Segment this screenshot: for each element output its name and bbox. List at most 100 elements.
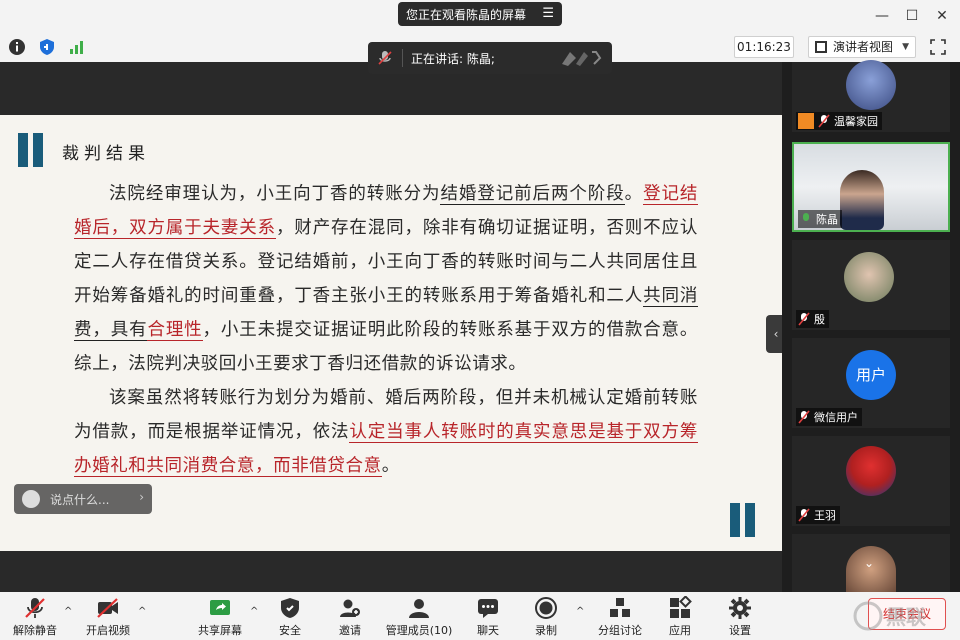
participant-gallery: 温馨家园 陈晶 殷 用户 微信用户 王羽 ⌄: [782, 60, 960, 592]
meeting-window: 您正在观看陈晶的屏幕 ☰ — ☐ ✕ 01:16:23 演讲者视图 ▼ 裁判结果…: [0, 0, 960, 640]
chat-icon: [478, 599, 498, 618]
paragraph-2: 该案虽然将转账行为划分为婚前、婚后两阶段，但并未机械认定婚前转账为借款，而是根据…: [74, 381, 698, 483]
view-mode-dropdown[interactable]: 演讲者视图 ▼: [808, 36, 916, 58]
video-off-icon: [97, 598, 118, 618]
chevron-up-icon[interactable]: ^: [576, 606, 584, 617]
text-run: 法院经审理认为，小王向丁香的转账分为: [109, 184, 441, 204]
grid-view-icon: [815, 41, 827, 53]
share-banner-text: 您正在观看陈晶的屏幕: [406, 7, 527, 22]
shield-icon: [281, 598, 299, 618]
chevron-right-icon[interactable]: ›: [139, 490, 144, 504]
title-bar: 您正在观看陈晶的屏幕 ☰ — ☐ ✕: [0, 0, 960, 32]
unmute-label: 解除静音: [13, 624, 57, 637]
security-label: 安全: [279, 624, 301, 637]
chevron-down-icon: ▼: [902, 42, 909, 52]
invite-button[interactable]: 邀请: [330, 594, 370, 638]
info-icon[interactable]: [8, 38, 26, 56]
participant-tile[interactable]: 王羽: [792, 436, 950, 526]
meeting-timer: 01:16:23: [734, 36, 794, 58]
settings-button[interactable]: 设置: [722, 594, 758, 638]
view-mode-label: 演讲者视图: [833, 40, 894, 54]
user-icon: [798, 113, 814, 129]
meeting-toolbar: 解除静音 ^ 开启视频 ^ 共享屏幕 ^ 安全 邀请 管理成员(10) 聊天 录…: [0, 592, 960, 640]
decor-bar: [730, 503, 740, 537]
gear-icon: [729, 597, 751, 619]
emoji-icon[interactable]: [22, 490, 40, 508]
participant-name-bar: 殷: [796, 310, 829, 328]
shield-icon[interactable]: [38, 38, 56, 56]
svg-text:黑联: 黑联: [886, 605, 926, 629]
settings-label: 设置: [729, 624, 751, 637]
signal-strength-icon[interactable]: [68, 38, 86, 56]
invite-label: 邀请: [339, 624, 361, 637]
apps-button[interactable]: 应用: [662, 594, 698, 638]
chat-label: 聊天: [477, 624, 499, 637]
highlighted-text: 合理性: [147, 320, 203, 341]
video-label: 开启视频: [86, 624, 130, 637]
chevron-up-icon[interactable]: ^: [64, 606, 72, 617]
apps-icon: [670, 596, 692, 618]
decor-bar: [33, 133, 43, 167]
maximize-button[interactable]: ☐: [902, 6, 922, 26]
annotation-tools-icon[interactable]: [558, 48, 602, 68]
chat-placeholder: 说点什么...: [50, 492, 110, 507]
unmute-button[interactable]: 解除静音: [10, 594, 60, 638]
share-label: 共享屏幕: [198, 624, 242, 637]
participant-name: 殷: [814, 313, 825, 326]
speaker-label: 正在讲话: 陈晶;: [411, 51, 495, 66]
decor-bar: [745, 503, 755, 537]
participants-icon: [409, 599, 429, 618]
record-label: 录制: [535, 624, 557, 637]
shared-screen-bottom-margin: [0, 551, 782, 592]
breakout-label: 分组讨论: [598, 624, 642, 637]
mic-muted-icon: [378, 51, 392, 65]
share-screen-button[interactable]: 共享屏幕: [194, 594, 246, 638]
chevron-up-icon[interactable]: ^: [250, 606, 258, 617]
screen-share-banner[interactable]: 您正在观看陈晶的屏幕 ☰: [398, 2, 562, 26]
record-button[interactable]: 录制: [528, 594, 564, 638]
avatar: [840, 170, 884, 230]
mic-muted-icon: [798, 312, 810, 326]
participant-tile[interactable]: ⌄: [792, 534, 950, 592]
avatar: 用户: [846, 350, 896, 400]
participants-button[interactable]: 管理成员(10): [384, 594, 454, 638]
minimize-button[interactable]: —: [872, 6, 892, 26]
breakout-rooms-button[interactable]: 分组讨论: [594, 594, 646, 638]
mic-muted-icon: [818, 114, 830, 128]
participant-name: 王羽: [814, 509, 836, 522]
participant-tile[interactable]: 温馨家园: [792, 60, 950, 132]
fullscreen-icon[interactable]: [930, 39, 946, 55]
chevron-down-icon[interactable]: ⌄: [864, 556, 874, 570]
record-icon: [535, 597, 557, 619]
chevron-up-icon[interactable]: ^: [138, 606, 146, 617]
participant-name: 陈晶: [816, 213, 838, 226]
participant-tile[interactable]: 用户 微信用户: [792, 338, 950, 428]
security-button[interactable]: 安全: [270, 594, 310, 638]
participant-tile[interactable]: 殷: [792, 240, 950, 330]
participant-tile-active[interactable]: 陈晶: [792, 142, 950, 232]
close-button[interactable]: ✕: [932, 6, 952, 26]
avatar: [844, 252, 894, 302]
start-video-button[interactable]: 开启视频: [82, 594, 134, 638]
participants-label: 管理成员(10): [385, 624, 453, 637]
watermark-logo: 黑联: [852, 596, 942, 636]
chat-button[interactable]: 聊天: [470, 594, 506, 638]
quick-chat-input[interactable]: 说点什么... ›: [14, 484, 152, 514]
mic-muted-icon: [798, 508, 810, 522]
avatar: [846, 60, 896, 110]
mic-active-icon: [803, 213, 809, 221]
menu-icon[interactable]: ☰: [542, 6, 554, 21]
breakout-rooms-icon: [610, 598, 630, 617]
document-body: 法院经审理认为，小王向丁香的转账分为结婚登记前后两个阶段。登记结婚后，双方属于夫…: [74, 177, 698, 483]
active-speaker-indicator: 正在讲话: 陈晶;: [368, 42, 612, 74]
participant-name-bar: 微信用户: [796, 408, 862, 426]
add-user-icon: [340, 599, 360, 617]
paragraph-1: 法院经审理认为，小王向丁香的转账分为结婚登记前后两个阶段。登记结婚后，双方属于夫…: [74, 177, 698, 381]
participant-name-bar: 温馨家园: [796, 112, 882, 130]
participant-name-bar: 陈晶: [798, 210, 842, 228]
apps-label: 应用: [669, 624, 691, 637]
mic-muted-icon: [25, 598, 45, 618]
text-run: 。: [624, 184, 644, 204]
mic-muted-icon: [798, 410, 810, 424]
share-screen-icon: [210, 600, 230, 615]
